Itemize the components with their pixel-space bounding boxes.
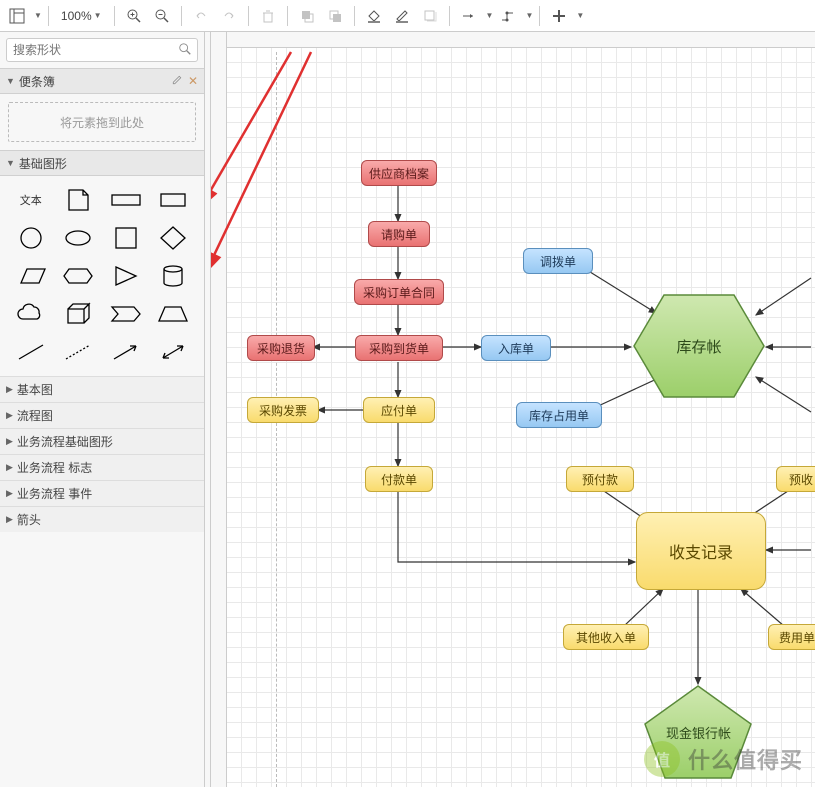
node-other-income[interactable]: 其他收入单 <box>563 624 649 650</box>
collapse-icon: ▼ <box>6 76 15 86</box>
node-transfer[interactable]: 调拨单 <box>523 248 593 274</box>
redo-button[interactable] <box>216 3 242 29</box>
category-bpmn-gateway[interactable]: ▶业务流程 标志 <box>0 454 204 480</box>
line-color-button[interactable] <box>389 3 415 29</box>
node-cash[interactable]: 现金银行帐 <box>641 682 756 782</box>
node-requisition[interactable]: 请购单 <box>368 221 430 247</box>
shapes-palette: 文本 <box>0 176 204 376</box>
search-input[interactable] <box>6 38 198 62</box>
fill-color-button[interactable] <box>361 3 387 29</box>
node-supplier[interactable]: 供应商档案 <box>361 160 437 186</box>
close-icon[interactable]: ✕ <box>188 74 198 88</box>
shape-rect-wide[interactable] <box>105 184 147 216</box>
connection-button[interactable] <box>456 3 482 29</box>
shape-cylinder[interactable] <box>153 260 195 292</box>
shape-search <box>6 38 198 62</box>
category-arrow[interactable]: ▶箭头 <box>0 506 204 532</box>
shape-square[interactable] <box>105 222 147 254</box>
insert-caret[interactable]: ▼ <box>576 11 584 20</box>
node-ap[interactable]: 应付单 <box>363 397 435 423</box>
scratchpad-header[interactable]: ▼ 便条簿 ✕ <box>0 68 204 94</box>
shape-dashed-line[interactable] <box>58 336 100 368</box>
delete-button[interactable] <box>255 3 281 29</box>
shape-text[interactable]: 文本 <box>10 184 52 216</box>
node-expense[interactable]: 费用单 <box>768 624 815 650</box>
search-icon[interactable] <box>178 42 192 59</box>
shape-double-arrow[interactable] <box>153 336 195 368</box>
collapse-icon: ▼ <box>6 158 15 168</box>
node-pay[interactable]: 付款单 <box>365 466 433 492</box>
layout-button[interactable] <box>4 3 30 29</box>
shape-arrow[interactable] <box>105 336 147 368</box>
category-bpmn-event[interactable]: ▶业务流程 事件 <box>0 480 204 506</box>
basic-shapes-header[interactable]: ▼ 基础图形 <box>0 150 204 176</box>
shape-note[interactable] <box>58 184 100 216</box>
node-return[interactable]: 采购退货 <box>247 335 315 361</box>
shape-parallelogram[interactable] <box>10 260 52 292</box>
shape-ellipse[interactable] <box>58 222 100 254</box>
node-reserve[interactable]: 库存占用单 <box>516 402 602 428</box>
zoom-value: 100% <box>61 9 92 23</box>
shape-trapezoid[interactable] <box>153 298 195 330</box>
node-inventory[interactable]: 库存帐 <box>629 290 769 402</box>
toolbar: ▼ 100% ▼ ▼ ▼ ▼ <box>0 0 815 32</box>
shape-diamond[interactable] <box>153 222 195 254</box>
node-prerecv[interactable]: 预收 <box>776 466 815 492</box>
sidebar: ▼ 便条簿 ✕ 将元素拖到此处 ▼ 基础图形 文本 <box>0 32 205 787</box>
to-back-button[interactable] <box>322 3 348 29</box>
ruler-vertical <box>211 32 227 787</box>
ruler-horizontal <box>211 32 815 48</box>
node-io[interactable]: 收支记录 <box>636 512 766 590</box>
shape-step[interactable] <box>105 298 147 330</box>
shape-cube[interactable] <box>58 298 100 330</box>
zoom-out-button[interactable] <box>149 3 175 29</box>
basic-shapes-title: 基础图形 <box>19 155 67 172</box>
scratchpad-hint: 将元素拖到此处 <box>60 114 144 131</box>
scratchpad-title: 便条簿 <box>19 73 55 90</box>
zoom-in-button[interactable] <box>121 3 147 29</box>
zoom-dropdown[interactable]: 100% ▼ <box>55 3 108 29</box>
insert-button[interactable] <box>546 3 572 29</box>
node-receipt[interactable]: 采购到货单 <box>355 335 443 361</box>
shadow-button[interactable] <box>417 3 443 29</box>
shape-line[interactable] <box>10 336 52 368</box>
layout-caret[interactable]: ▼ <box>34 11 42 20</box>
category-flowchart[interactable]: ▶流程图 <box>0 402 204 428</box>
scratchpad-dropzone[interactable]: 将元素拖到此处 <box>8 102 196 142</box>
shape-circle[interactable] <box>10 222 52 254</box>
shape-cloud[interactable] <box>10 298 52 330</box>
to-front-button[interactable] <box>294 3 320 29</box>
node-prepay[interactable]: 预付款 <box>566 466 634 492</box>
main-area: ▼ 便条簿 ✕ 将元素拖到此处 ▼ 基础图形 文本 <box>0 32 815 787</box>
chevron-down-icon: ▼ <box>94 11 102 20</box>
connection-caret[interactable]: ▼ <box>486 11 494 20</box>
node-invoice[interactable]: 采购发票 <box>247 397 319 423</box>
shape-hexagon[interactable] <box>58 260 100 292</box>
shape-triangle[interactable] <box>105 260 147 292</box>
category-basic[interactable]: ▶基本图 <box>0 376 204 402</box>
diagram-canvas[interactable]: 供应商档案 请购单 采购订单合同 采购到货单 采购退货 入库单 调拨单 库存占用… <box>211 32 815 787</box>
waypoints-caret[interactable]: ▼ <box>525 11 533 20</box>
canvas-area[interactable]: 供应商档案 请购单 采购订单合同 采购到货单 采购退货 入库单 调拨单 库存占用… <box>211 32 815 787</box>
node-po[interactable]: 采购订单合同 <box>354 279 444 305</box>
undo-button[interactable] <box>188 3 214 29</box>
edit-icon[interactable] <box>171 74 183 89</box>
waypoints-button[interactable] <box>495 3 521 29</box>
node-stockin[interactable]: 入库单 <box>481 335 551 361</box>
shape-rect[interactable] <box>153 184 195 216</box>
category-bpmn-basic[interactable]: ▶业务流程基础图形 <box>0 428 204 454</box>
